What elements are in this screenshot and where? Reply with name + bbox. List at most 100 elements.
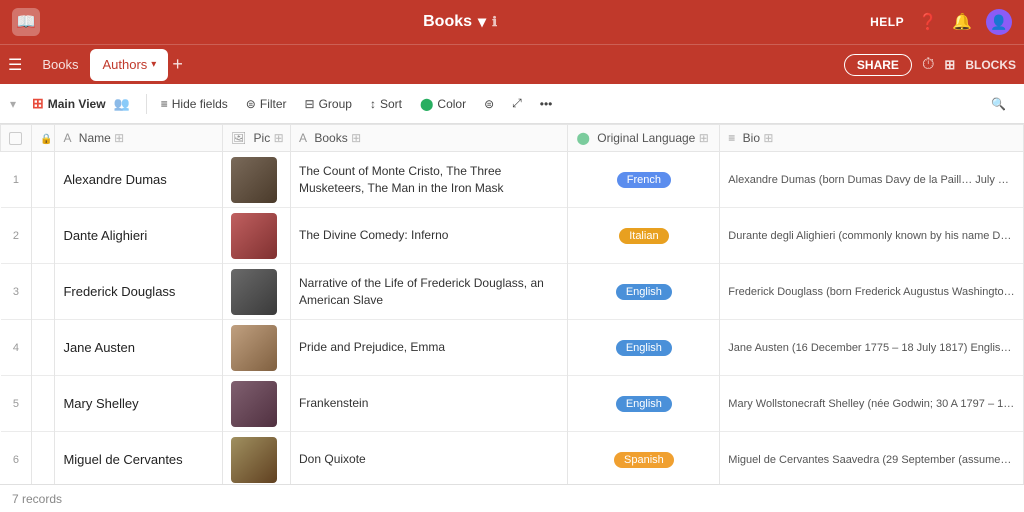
cell-lang-5[interactable]: English	[568, 376, 720, 432]
app-title-area: Books ▾ ℹ	[50, 12, 870, 32]
sort-label: Sort	[380, 97, 402, 111]
tab-authors-label: Authors	[102, 57, 147, 72]
row-lock-3	[32, 264, 55, 320]
cell-lang-3[interactable]: English	[568, 264, 720, 320]
view-people-icon[interactable]: 👥	[114, 96, 130, 112]
cell-books-5[interactable]: Frankenstein	[291, 376, 568, 432]
search-icon: 🔍	[991, 97, 1006, 111]
cell-books-2[interactable]: The Divine Comedy: Inferno	[291, 208, 568, 264]
app-title-caret[interactable]: ▾	[478, 12, 486, 32]
portrait-5	[231, 381, 277, 427]
history-icon[interactable]: ⏱	[922, 56, 934, 74]
th-pic-label: Pic	[254, 131, 271, 145]
notification-icon[interactable]: 🔔	[952, 12, 972, 32]
cell-books-6[interactable]: Don Quixote	[291, 432, 568, 485]
th-books-sort[interactable]: ⊞	[351, 131, 361, 145]
filter-button[interactable]: ⊜ Filter	[238, 93, 295, 115]
search-button[interactable]: 🔍	[983, 93, 1014, 115]
lang-badge-6: Spanish	[614, 452, 674, 468]
share-button[interactable]: SHARE	[844, 54, 912, 76]
row-height-icon: ⊜	[484, 97, 494, 111]
view-selector[interactable]: ⊞ Main View 👥	[22, 91, 140, 116]
cell-name-3[interactable]: Frederick Douglass	[55, 264, 223, 320]
cell-name-1[interactable]: Alexandre Dumas	[55, 152, 223, 208]
row-lock-1	[32, 152, 55, 208]
portrait-4	[231, 325, 277, 371]
cell-lang-1[interactable]: French	[568, 152, 720, 208]
lang-badge-4: English	[616, 340, 672, 356]
th-checkbox[interactable]	[1, 125, 32, 152]
th-bio-label: Bio	[743, 131, 760, 145]
cell-bio-6: Miguel de Cervantes Saavedra (29 Septemb…	[720, 432, 1024, 485]
th-name[interactable]: A Name ⊞	[55, 125, 223, 152]
cell-name-4[interactable]: Jane Austen	[55, 320, 223, 376]
expand-icon[interactable]: ▾	[10, 97, 16, 111]
lang-badge-1: French	[617, 172, 671, 188]
tab-books-label: Books	[42, 57, 78, 72]
color-button[interactable]: ⬤ Color	[412, 93, 474, 115]
table-container: 🔒 A Name ⊞ 🖼 Pic ⊞ A Books ⊞	[0, 124, 1024, 484]
cell-lang-4[interactable]: English	[568, 320, 720, 376]
record-count: 7 records	[12, 492, 62, 506]
row-lock-5	[32, 376, 55, 432]
th-pic-sort[interactable]: ⊞	[274, 131, 284, 145]
th-language[interactable]: ⬤ Original Language ⊞	[568, 125, 720, 152]
group-button[interactable]: ⊟ Group	[297, 93, 360, 115]
hamburger-icon[interactable]: ☰	[8, 55, 22, 75]
hide-fields-button[interactable]: ≡ Hide fields	[153, 93, 236, 115]
cell-bio-1: Alexandre Dumas (born Dumas Davy de la P…	[720, 152, 1024, 208]
table-row: 2 Dante Alighieri The Divine Comedy: Inf…	[1, 208, 1024, 264]
info-icon[interactable]: ℹ	[492, 14, 497, 30]
th-books[interactable]: A Books ⊞	[291, 125, 568, 152]
th-lang-icon: ⬤	[576, 131, 589, 145]
lang-badge-2: Italian	[619, 228, 668, 244]
authors-table: 🔒 A Name ⊞ 🖼 Pic ⊞ A Books ⊞	[0, 124, 1024, 484]
table-row: 5 Mary Shelley Frankenstein English Mary…	[1, 376, 1024, 432]
more-button[interactable]: •••	[532, 93, 561, 115]
cell-books-1[interactable]: The Count of Monte Cristo, The Three Mus…	[291, 152, 568, 208]
sort-button[interactable]: ↕ Sort	[362, 93, 410, 115]
logo-icon: 📖	[16, 12, 36, 32]
toolbar: ▾ ⊞ Main View 👥 ≡ Hide fields ⊜ Filter ⊟…	[0, 84, 1024, 124]
lang-badge-5: English	[616, 396, 672, 412]
help-icon[interactable]: ❓	[918, 12, 938, 32]
th-name-label: Name	[79, 131, 111, 145]
tab-books[interactable]: Books	[30, 49, 90, 81]
blocks-label[interactable]: BLOCKS	[965, 58, 1016, 72]
cell-books-4[interactable]: Pride and Prejudice, Emma	[291, 320, 568, 376]
table-header-row: 🔒 A Name ⊞ 🖼 Pic ⊞ A Books ⊞	[1, 125, 1024, 152]
th-name-sort[interactable]: ⊞	[114, 131, 124, 145]
cell-name-5[interactable]: Mary Shelley	[55, 376, 223, 432]
cell-lang-2[interactable]: Italian	[568, 208, 720, 264]
cell-bio-4: Jane Austen (16 December 1775 – 18 July …	[720, 320, 1024, 376]
cell-name-2[interactable]: Dante Alighieri	[55, 208, 223, 264]
th-lang-sort[interactable]: ⊞	[699, 131, 709, 145]
expand-icon2: ⤢	[512, 96, 522, 111]
add-tab-button[interactable]: +	[172, 54, 183, 75]
cell-pic-5	[222, 376, 290, 432]
portrait-2	[231, 213, 277, 259]
table-row: 3 Frederick Douglass Narrative of the Li…	[1, 264, 1024, 320]
th-bio-sort[interactable]: ⊞	[763, 131, 773, 145]
hide-fields-icon: ≡	[161, 97, 168, 111]
th-bio[interactable]: ≡ Bio ⊞	[720, 125, 1024, 152]
cell-pic-3	[222, 264, 290, 320]
blocks-icon[interactable]: ⊞	[944, 57, 955, 73]
tab-authors[interactable]: Authors ▾	[90, 49, 168, 81]
cell-books-3[interactable]: Narrative of the Life of Frederick Dougl…	[291, 264, 568, 320]
th-name-icon: A	[63, 131, 71, 145]
row-height-button[interactable]: ⊜	[476, 93, 502, 115]
select-all-checkbox[interactable]	[9, 132, 22, 145]
th-pic-icon: 🖼	[231, 131, 246, 145]
app-logo[interactable]: 📖	[12, 8, 40, 36]
cell-bio-2: Durante degli Alighieri (commonly known …	[720, 208, 1024, 264]
expand-button[interactable]: ⤢	[504, 92, 530, 115]
tab-authors-caret: ▾	[151, 59, 156, 70]
row-lock-2	[32, 208, 55, 264]
avatar[interactable]: 👤	[986, 9, 1012, 35]
th-pic[interactable]: 🖼 Pic ⊞	[222, 125, 290, 152]
cell-bio-5: Mary Wollstonecraft Shelley (née Godwin;…	[720, 376, 1024, 432]
cell-pic-1	[222, 152, 290, 208]
cell-name-6[interactable]: Miguel de Cervantes	[55, 432, 223, 485]
cell-lang-6[interactable]: Spanish	[568, 432, 720, 485]
